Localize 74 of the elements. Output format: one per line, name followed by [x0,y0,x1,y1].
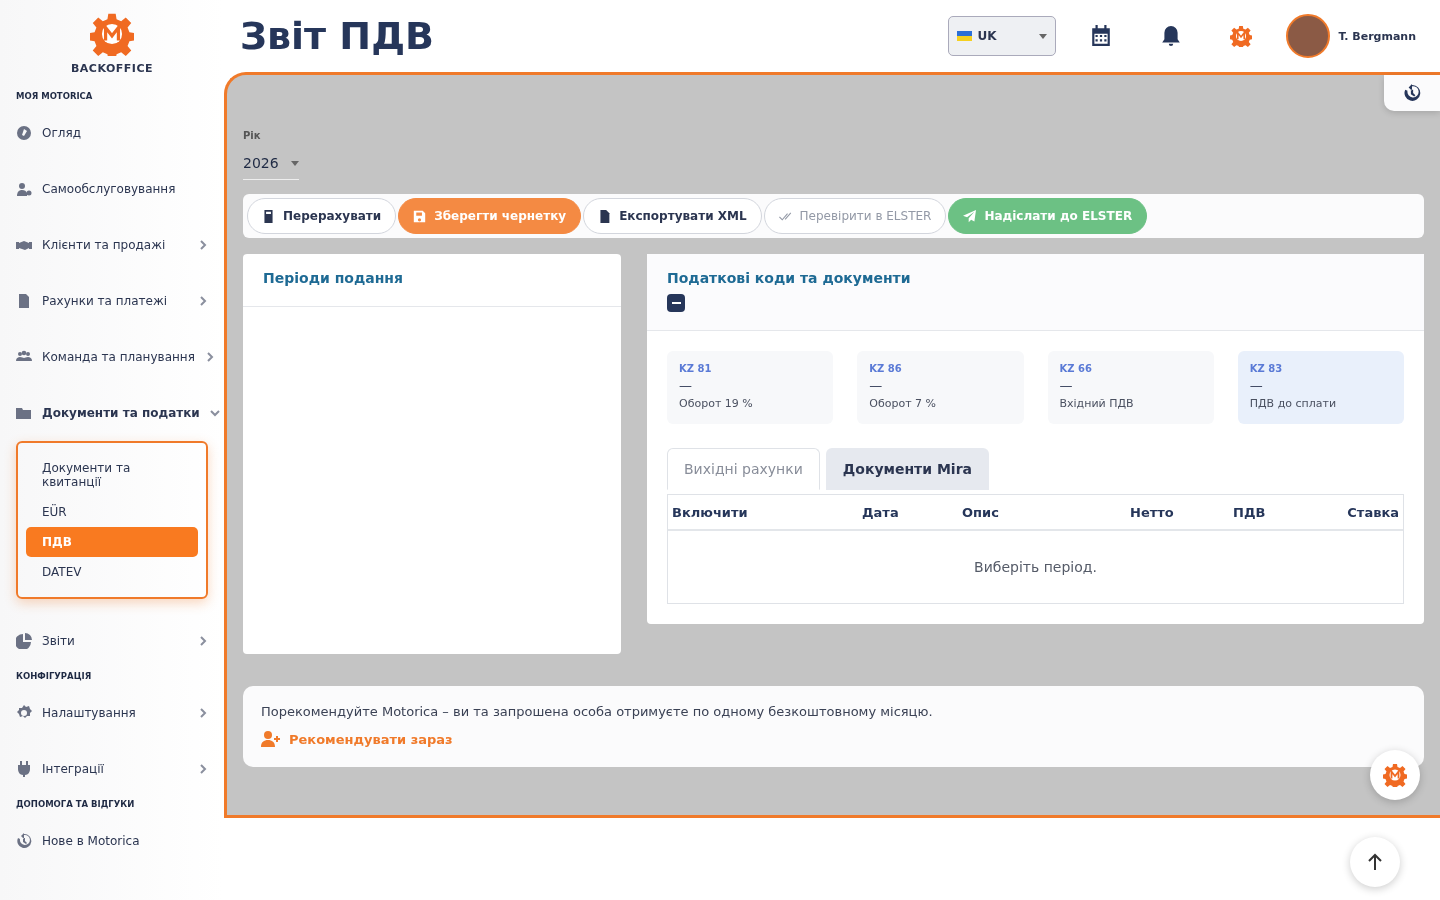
tax-code: KZ 83 [1249,363,1284,374]
column-header: ПДВ [1233,504,1267,520]
column-header: Ставка [1346,504,1399,520]
tax-value: — [1059,378,1074,393]
nav-item[interactable]: Самообслуговування [42,182,208,196]
bell-icon[interactable] [1160,25,1183,47]
nav-item[interactable]: Інтеграції [42,762,188,776]
tax-value: — [679,378,693,393]
menu-icon [16,633,32,649]
user-plus-icon [261,731,281,747]
tax-label: ПДВ до сплати [1249,397,1338,410]
tax-label: Оборот 19 % [679,397,754,410]
paper-plane-icon [963,209,977,223]
caret-icon [291,160,299,166]
tax-value: — [1249,378,1264,393]
nav-item[interactable]: Налаштування [42,706,188,720]
nav-item[interactable]: Нове в Motorica [42,834,208,848]
nav-item[interactable]: Звіти [42,634,188,648]
nav-item[interactable]: Клієнти та продажі [42,238,188,252]
nav-item[interactable]: Огляд [42,126,208,140]
empty-message: Виберіть період. [974,559,1097,575]
nav-item[interactable]: Рахунки та платежі [42,294,188,308]
menu-icon [16,125,32,141]
column-header: Включити [672,504,749,520]
year-select[interactable]: Рік 2026 [243,130,299,180]
tax-label: Оборот 7 % [869,397,937,410]
gear-logo-icon [1230,25,1253,47]
language-select[interactable]: UK [948,16,1057,56]
history-icon [1403,84,1421,102]
field-label: Рік [243,130,262,141]
toolbar-button[interactable]: Перерахувати [247,198,397,234]
card-title: Періоди подання [263,270,404,286]
tax-label: Вхідний ПДВ [1059,397,1135,410]
brand-name: BACKOFFICE [70,62,154,75]
caret-icon [1039,33,1048,39]
column-header: Дата [862,504,900,520]
menu-icon [16,761,32,777]
tax-value: — [869,378,884,393]
calculator-icon [262,209,275,223]
user-name[interactable]: T. Bergmann [1338,29,1416,43]
scroll-top-button[interactable] [1350,837,1400,887]
tab[interactable]: Документи Mira [825,448,989,490]
menu-icon [16,833,32,849]
menu-icon [16,405,32,421]
submenu-item[interactable]: EÜR [26,497,198,527]
card-title: Податкові коди та документи [667,270,912,286]
submenu-item[interactable]: Документи та квитанції [26,453,198,497]
gear-logo-icon [90,12,134,56]
section-heading: МОЯ MOTORICA [16,91,94,101]
nav-item[interactable]: Документи та податки [42,406,200,420]
column-header: Опис [962,504,1000,520]
column-header: Нетто [1130,504,1175,520]
field-value: 2026 [243,155,279,171]
menu-icon [16,293,32,309]
flag-icon [957,31,973,41]
section-heading: КОНФІГУРАЦІЯ [16,671,93,681]
file-icon [598,209,612,223]
nav-item[interactable]: Команда та планування [42,350,195,364]
page-title: Звіт ПДВ [240,14,435,58]
section-heading: ДОПОМОГА ТА ВІДГУКИ [16,799,136,809]
calendar-icon[interactable] [1090,25,1113,47]
assistant-button[interactable] [1370,750,1420,800]
menu-icon [16,705,32,721]
collapse-button[interactable] [667,294,685,312]
menu-icon [16,181,32,197]
toolbar-button[interactable]: Експортувати XML [583,198,762,234]
history-button[interactable] [1384,75,1440,111]
avatar[interactable] [1286,14,1331,58]
tax-code: KZ 66 [1059,363,1093,374]
referral-text: Порекомендуйте Motorica – ви та запрошена особа отримуєте по одному безкоштовному місяцю. [261,704,934,719]
gear-logo-icon [1383,763,1407,787]
submenu-item[interactable]: DATEV [26,557,198,587]
tax-code: KZ 81 [679,363,713,374]
tax-code: KZ 86 [869,363,903,374]
